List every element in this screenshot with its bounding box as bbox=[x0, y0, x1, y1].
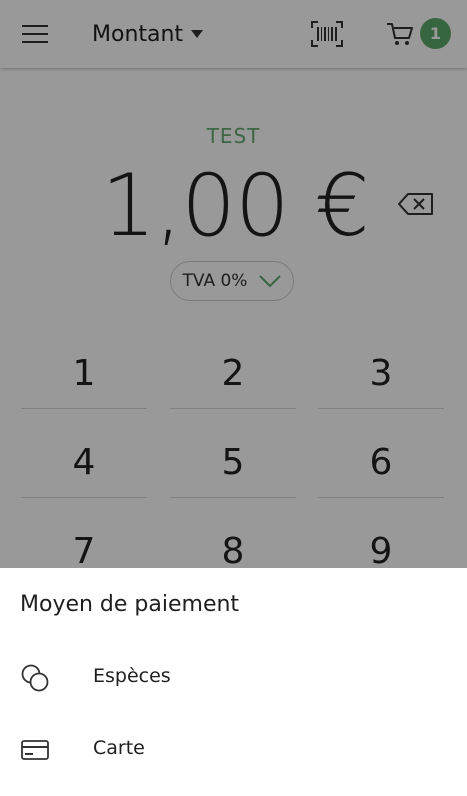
sheet-title: Moyen de paiement bbox=[20, 592, 240, 617]
modal-backdrop-top[interactable] bbox=[0, 0, 467, 68]
payment-option-cash[interactable]: Espèces bbox=[0, 648, 467, 708]
payment-option-card[interactable]: Carte bbox=[0, 720, 467, 780]
app: Montant 1 TEST 1,00 € TVA 0% 1 2 3 4 5 6… bbox=[0, 0, 467, 796]
coins-icon bbox=[20, 663, 50, 693]
payment-method-sheet: Moyen de paiement Espèces Carte bbox=[0, 568, 467, 796]
modal-backdrop[interactable] bbox=[0, 68, 467, 568]
payment-option-label: Espèces bbox=[93, 665, 171, 687]
credit-card-icon bbox=[20, 735, 50, 765]
payment-option-label: Carte bbox=[93, 737, 145, 759]
